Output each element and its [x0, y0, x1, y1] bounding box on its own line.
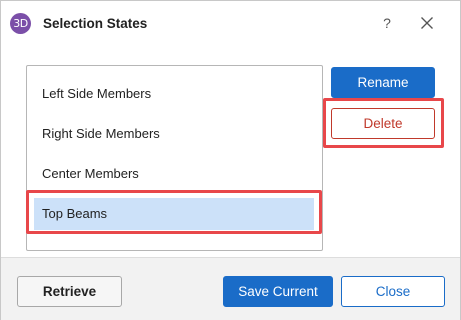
list-item[interactable]: Right Side Members [34, 118, 314, 150]
dialog-title: Selection States [43, 16, 148, 31]
dialog-footer: Retrieve Save Current Close [1, 257, 460, 320]
close-button[interactable]: Close [341, 276, 445, 307]
save-current-button[interactable]: Save Current [223, 276, 333, 307]
retrieve-button[interactable]: Retrieve [17, 276, 122, 307]
rename-button[interactable]: Rename [331, 67, 435, 98]
help-icon[interactable]: ? [377, 13, 397, 33]
selection-states-list[interactable]: Left Side Members Right Side Members Cen… [26, 65, 323, 251]
close-icon[interactable] [417, 13, 437, 33]
dialog-content: Left Side Members Right Side Members Cen… [1, 45, 460, 257]
list-item[interactable]: Center Members [34, 158, 314, 190]
delete-button[interactable]: Delete [331, 108, 435, 139]
list-item[interactable]: Left Side Members [34, 78, 314, 110]
selection-states-dialog: 3D Selection States ? Left Side Members … [0, 0, 461, 320]
app-3d-icon: 3D [10, 13, 31, 34]
title-bar: 3D Selection States ? [1, 1, 460, 45]
list-item-selected[interactable]: Top Beams [34, 198, 314, 230]
